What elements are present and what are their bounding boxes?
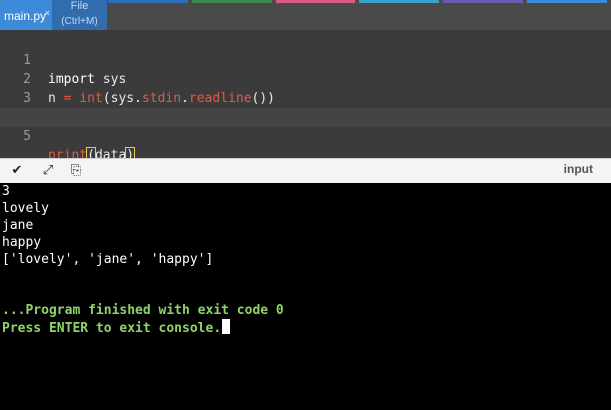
tab-color-strip	[108, 0, 611, 3]
line-number: 5	[23, 129, 31, 144]
code-editor[interactable]: 1 import sys 2 n = int(sys.stdin.readlin…	[0, 30, 611, 164]
text-cursor	[222, 319, 231, 334]
console-line: happy	[2, 235, 42, 250]
console-toolbar: ✔ ⤢ ⎘ input	[0, 158, 611, 184]
tooltip-shortcut: (Ctrl+M)	[61, 16, 98, 27]
color-strip-segment	[527, 0, 607, 3]
code-line-active[interactable]: 5 print(data)	[0, 108, 611, 164]
code-line[interactable]: 2 n = int(sys.stdin.readline())	[0, 51, 611, 106]
file-menu-tooltip: File (Ctrl+M)	[52, 0, 107, 30]
code-line[interactable]: 4	[0, 89, 611, 125]
input-tab-label[interactable]: input	[564, 162, 593, 176]
tab-label: main.py	[4, 9, 47, 23]
exit-prompt: Press ENTER to exit console.	[2, 319, 231, 337]
expand-icon[interactable]: ⤢	[40, 163, 56, 179]
console-result: ['lovely', 'jane', 'happy']	[2, 252, 214, 267]
color-strip-segment	[108, 0, 188, 3]
tooltip-title: File	[70, 0, 89, 12]
exit-prompt-text: Press ENTER to exit console.	[2, 321, 222, 336]
close-icon[interactable]: ×	[45, 8, 50, 18]
console-line: 3	[2, 184, 10, 199]
tab-bar: main.py × File (Ctrl+M)	[0, 0, 611, 30]
code-line[interactable]: 3 data = [sys.stdin.readline().strip() f…	[0, 70, 611, 125]
console-line: jane	[2, 218, 34, 233]
color-strip-segment	[191, 0, 272, 3]
color-strip-segment	[359, 0, 440, 3]
color-strip-segment	[443, 0, 524, 3]
color-strip-segment	[275, 0, 356, 3]
console-output[interactable]: 3 lovely jane happy ['lovely', 'jane', '…	[0, 183, 611, 410]
code-line[interactable]: 1 import sys	[0, 32, 611, 87]
tab-main-py[interactable]: main.py ×	[0, 0, 53, 30]
clear-icon[interactable]: ⎘	[68, 163, 84, 179]
chevron-down-icon[interactable]: ✔	[9, 163, 25, 179]
console-line: lovely	[2, 201, 49, 216]
exit-message: ...Program finished with exit code 0	[2, 303, 284, 318]
